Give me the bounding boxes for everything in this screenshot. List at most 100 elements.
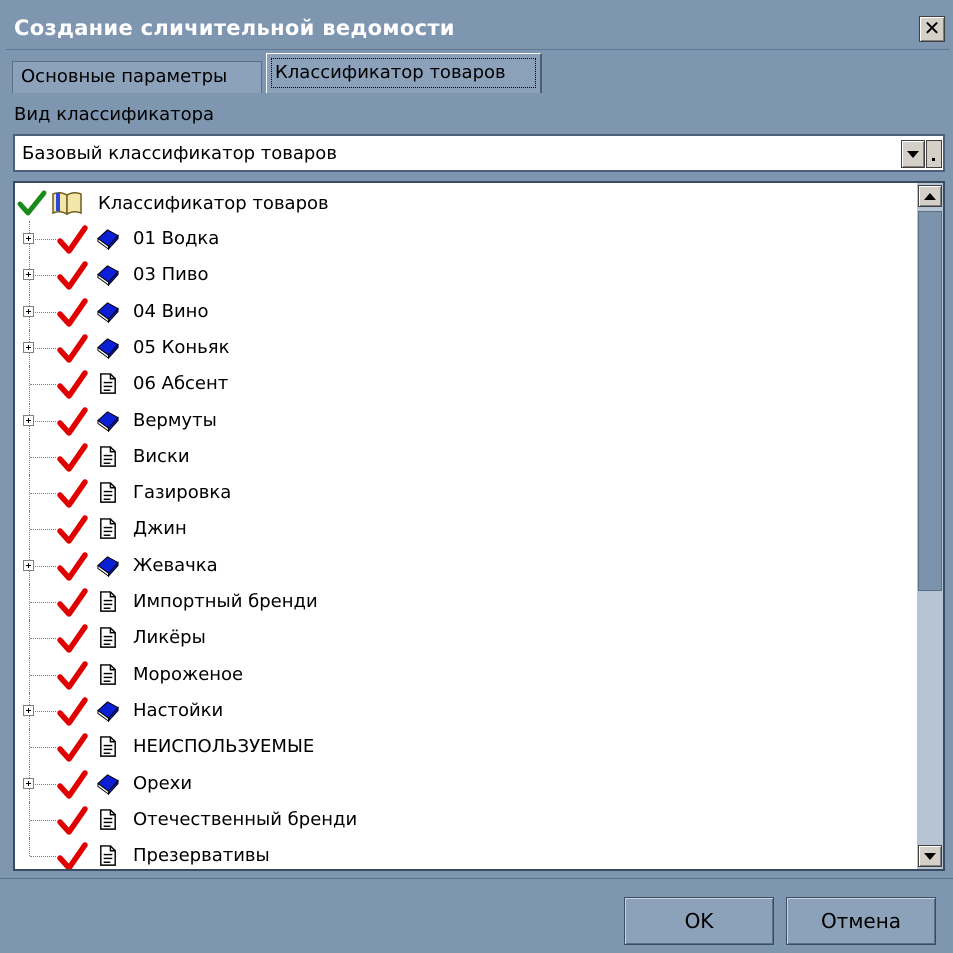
expand-icon[interactable] — [23, 305, 34, 317]
tree-item[interactable]: 06 Абсент — [15, 366, 915, 403]
check-icon[interactable] — [56, 334, 88, 364]
tree-item[interactable]: Импортный бренди — [15, 584, 915, 620]
classifier-tree[interactable]: Классификатор товаров 01 Водка 03 Пиво 04 … — [13, 181, 945, 871]
tree-line — [30, 529, 56, 531]
tree-item-label: Вермуты — [133, 409, 217, 431]
tree-item[interactable]: Джин — [15, 511, 915, 548]
check-icon[interactable] — [56, 660, 88, 691]
check-icon[interactable] — [56, 225, 88, 255]
check-icon[interactable] — [56, 479, 88, 509]
tree-item[interactable]: Отечественный бренди — [15, 801, 915, 838]
tree-line — [30, 856, 56, 858]
tree-item[interactable]: Ликёры — [15, 620, 915, 657]
tree-item-label: 03 Пиво — [133, 264, 209, 286]
tree-line — [30, 602, 56, 603]
tree-item-label: Орехи — [133, 772, 193, 794]
document-icon — [100, 845, 116, 866]
cancel-button[interactable]: Отмена — [786, 897, 936, 945]
tab-classifier[interactable]: Классификатор товаров — [266, 53, 542, 93]
tree-item-label: Газировка — [133, 482, 232, 504]
check-icon[interactable] — [56, 261, 88, 291]
expand-icon[interactable] — [23, 414, 34, 426]
tree-line — [30, 819, 56, 821]
book-icon — [97, 773, 119, 795]
classifier-select-value: Базовый классификатор товаров — [22, 143, 337, 164]
tree-line — [30, 674, 56, 676]
tree-item-label: Настойки — [133, 699, 224, 721]
check-icon[interactable] — [56, 697, 88, 727]
check-icon[interactable] — [56, 733, 88, 763]
tree-item[interactable]: Вермуты — [15, 402, 915, 439]
check-icon[interactable] — [17, 189, 47, 219]
tree-item[interactable]: Орехи — [15, 765, 915, 802]
document-icon — [100, 445, 116, 467]
tree-root-label: Классификатор товаров — [98, 193, 329, 214]
ok-button[interactable]: OK — [624, 897, 774, 945]
ellipsis-button[interactable] — [926, 140, 942, 168]
tree-item[interactable]: Презервативы — [15, 838, 915, 871]
vertical-scrollbar[interactable] — [917, 183, 943, 869]
check-icon[interactable] — [56, 297, 88, 328]
document-icon — [100, 736, 116, 758]
tree-item-label: Импортный бренди — [133, 591, 318, 612]
tree-item-label: 04 Вино — [133, 300, 209, 322]
document-icon — [100, 591, 116, 612]
check-icon[interactable] — [56, 370, 88, 400]
check-icon[interactable] — [56, 769, 88, 800]
tree-item[interactable]: 05 Коньяк — [15, 329, 915, 366]
book-icon — [97, 701, 119, 723]
scroll-down-button[interactable] — [918, 845, 942, 867]
check-icon[interactable] — [56, 406, 88, 437]
tree-item-label: 01 Водка — [133, 228, 220, 249]
tree-item[interactable]: 03 Пиво — [15, 257, 915, 294]
check-icon[interactable] — [56, 842, 88, 871]
tree-item[interactable]: Жевачка — [15, 547, 915, 584]
tab-classifier-label: Классификатор товаров — [271, 58, 536, 88]
check-icon[interactable] — [56, 624, 88, 654]
book-icon — [97, 410, 119, 432]
tab-main-params[interactable]: Основные параметры — [12, 61, 262, 93]
tab-strip: Основные параметры Классификатор товаров — [12, 53, 942, 93]
book-icon — [97, 265, 119, 287]
tree-item-label: Мороженое — [133, 663, 244, 685]
book-icon — [97, 555, 119, 578]
tree-line — [30, 638, 56, 640]
expand-icon[interactable] — [23, 341, 34, 353]
expand-icon[interactable] — [23, 777, 34, 789]
tree-item[interactable]: Виски — [15, 438, 915, 475]
tree-item[interactable]: НЕИСПОЛЬЗУЕМЫЕ — [15, 729, 915, 766]
tree-item[interactable]: Настойки — [15, 692, 915, 729]
tree-line — [30, 493, 56, 495]
dialog-window: Создание сличительной ведомости ✕ Основн… — [0, 0, 953, 953]
tree-item[interactable]: Мороженое — [15, 656, 915, 693]
check-icon[interactable] — [56, 443, 88, 473]
title-bar: Создание сличительной ведомости ✕ — [6, 7, 949, 50]
document-icon — [100, 663, 116, 685]
scroll-up-button[interactable] — [918, 185, 942, 207]
check-icon[interactable] — [56, 588, 88, 618]
book-icon — [97, 229, 119, 251]
tree-item-label: Виски — [133, 445, 190, 467]
classifier-type-label: Вид классификатора — [14, 104, 215, 125]
tree-item[interactable]: 04 Вино — [15, 293, 915, 330]
expand-icon[interactable] — [23, 559, 34, 571]
window-title: Создание сличительной ведомости — [14, 16, 455, 40]
tree-item[interactable]: 01 Водка — [15, 221, 915, 257]
tree-item[interactable]: Газировка — [15, 475, 915, 512]
check-icon[interactable] — [56, 551, 88, 582]
check-icon[interactable] — [56, 806, 88, 836]
tree-item-label: 05 Коньяк — [133, 336, 230, 358]
scroll-thumb[interactable] — [918, 211, 942, 591]
expand-icon[interactable] — [23, 233, 34, 244]
document-icon — [100, 373, 116, 395]
expand-icon[interactable] — [23, 269, 34, 281]
classifier-select[interactable]: Базовый классификатор товаров — [13, 134, 945, 172]
book-icon — [97, 338, 119, 360]
document-icon — [100, 518, 116, 540]
close-button[interactable]: ✕ — [919, 16, 945, 42]
tree-item-label: Джин — [133, 518, 187, 540]
tree-root[interactable]: Классификатор товаров — [15, 185, 915, 221]
expand-icon[interactable] — [23, 704, 34, 716]
check-icon[interactable] — [56, 515, 88, 545]
dropdown-arrow-icon[interactable] — [901, 140, 925, 168]
